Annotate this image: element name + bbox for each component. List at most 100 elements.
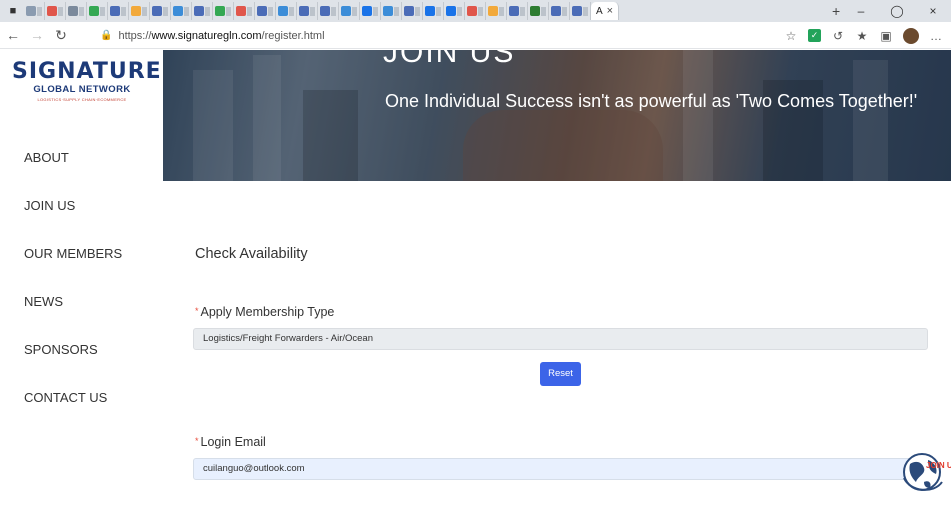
tab-favicon-icon <box>572 6 582 16</box>
url-path: /register.html <box>261 29 325 42</box>
login-email-label-text: Login Email <box>200 435 266 449</box>
browser-tab[interactable] <box>297 2 318 20</box>
browser-tab[interactable] <box>234 2 255 20</box>
url-field[interactable]: 🔒 https://www.signaturegln.com/register.… <box>100 22 325 49</box>
tab-favicon-icon <box>488 6 498 16</box>
tab-title-fragment <box>583 6 588 16</box>
required-mark: * <box>195 436 199 446</box>
active-browser-tab[interactable]: A × <box>591 2 620 20</box>
browser-tab[interactable] <box>192 2 213 20</box>
tab-title-fragment <box>142 6 147 16</box>
window-menu-icon[interactable]: ■ <box>6 4 20 18</box>
browser-tab[interactable] <box>24 2 45 20</box>
browser-tab[interactable] <box>129 2 150 20</box>
browser-tab[interactable] <box>171 2 192 20</box>
nav-item-news[interactable]: NEWS <box>24 294 122 310</box>
more-options-icon[interactable]: … <box>925 25 947 47</box>
tab-title-fragment <box>352 6 357 16</box>
nav-item-sponsors[interactable]: SPONSORS <box>24 342 122 358</box>
nav-item-join-us[interactable]: JOIN US <box>24 198 122 214</box>
tab-favicon-icon <box>551 6 561 16</box>
tab-favicon-icon <box>236 6 246 16</box>
extension-check-icon[interactable]: ✓ <box>808 29 821 42</box>
minimize-icon[interactable]: – <box>843 4 879 18</box>
tab-favicon-icon <box>299 6 309 16</box>
forward-icon[interactable]: → <box>26 24 48 46</box>
browser-tab[interactable] <box>87 2 108 20</box>
tab-favicon-icon <box>194 6 204 16</box>
url-prefix: https:// <box>118 29 152 42</box>
membership-type-field[interactable]: Logistics/Freight Forwarders - Air/Ocean <box>193 328 928 350</box>
collections-icon[interactable]: ▣ <box>875 25 897 47</box>
browser-tab[interactable] <box>66 2 87 20</box>
browser-tab[interactable] <box>276 2 297 20</box>
membership-type-label-text: Apply Membership Type <box>200 305 335 319</box>
tab-title-fragment <box>373 6 378 16</box>
membership-type-label: * Apply Membership Type <box>195 305 334 319</box>
tab-favicon-icon <box>425 6 435 16</box>
browser-tab[interactable] <box>528 2 549 20</box>
browser-tab[interactable] <box>360 2 381 20</box>
tab-title-fragment <box>163 6 168 16</box>
tab-favicon-icon <box>26 6 36 16</box>
nav-item-contact-us[interactable]: CONTACT US <box>24 390 122 406</box>
browser-tab[interactable] <box>507 2 528 20</box>
tab-favicon-icon <box>278 6 288 16</box>
section-title: Check Availability <box>195 246 308 262</box>
nav-item-about[interactable]: ABOUT <box>24 150 122 166</box>
tab-title-fragment <box>394 6 399 16</box>
refresh-page-icon[interactable]: ↺ <box>827 25 849 47</box>
tab-favicon-icon <box>152 6 162 16</box>
join-us-badge[interactable]: JOIN U <box>900 448 951 500</box>
tab-favicon-icon <box>173 6 183 16</box>
read-aloud-icon[interactable]: ☆ <box>780 25 802 47</box>
close-window-icon[interactable]: × <box>915 4 951 18</box>
restore-icon[interactable]: ◯ <box>879 4 915 18</box>
browser-tab[interactable] <box>318 2 339 20</box>
browser-tab[interactable] <box>486 2 507 20</box>
close-tab-icon[interactable]: × <box>607 5 613 17</box>
refresh-icon[interactable]: ↻ <box>50 24 72 46</box>
tab-title-fragment <box>457 6 462 16</box>
tab-favicon-icon <box>467 6 477 16</box>
browser-tab[interactable] <box>108 2 129 20</box>
nav-item-our-members[interactable]: OUR MEMBERS <box>24 246 122 262</box>
reset-button[interactable]: Reset <box>540 362 581 386</box>
tab-title-fragment <box>562 6 567 16</box>
browser-tab[interactable] <box>339 2 360 20</box>
site-logo[interactable]: SIGNATURE GLOBAL NETWORK LOGISTICS·SUPPL… <box>12 59 162 111</box>
browser-tab[interactable] <box>570 2 591 20</box>
favorites-icon[interactable]: ★ <box>851 25 873 47</box>
hero-banner: JOIN US One Individual Success isn't as … <box>163 50 951 181</box>
browser-tab[interactable] <box>150 2 171 20</box>
browser-tab[interactable] <box>465 2 486 20</box>
browser-tab[interactable] <box>213 2 234 20</box>
tab-title-fragment <box>520 6 525 16</box>
hero-subtitle: One Individual Success isn't as powerful… <box>385 91 918 111</box>
browser-tab[interactable] <box>444 2 465 20</box>
logo-line2: GLOBAL NETWORK <box>33 84 131 95</box>
login-email-field[interactable]: cuilanguo@outlook.com <box>193 458 928 480</box>
tab-title-fragment <box>79 6 84 16</box>
browser-tab[interactable] <box>381 2 402 20</box>
profile-avatar[interactable] <box>903 27 919 44</box>
tab-favicon-icon <box>404 6 414 16</box>
tab-favicon-icon <box>110 6 120 16</box>
tab-title-fragment <box>436 6 441 16</box>
back-icon[interactable]: ← <box>2 24 24 46</box>
sidebar: SIGNATURE GLOBAL NETWORK LOGISTICS·SUPPL… <box>0 50 163 509</box>
browser-tab[interactable] <box>45 2 66 20</box>
browser-tab[interactable] <box>549 2 570 20</box>
browser-tab[interactable] <box>423 2 444 20</box>
browser-tab[interactable] <box>402 2 423 20</box>
browser-tab-bar: ■ A × + – ◯ × <box>0 0 951 22</box>
tab-title-fragment <box>499 6 504 16</box>
tab-title-fragment <box>268 6 273 16</box>
globe-icon <box>903 453 943 491</box>
new-tab-icon[interactable]: + <box>832 3 840 19</box>
logo-line1: SIGNATURE <box>12 59 162 84</box>
tab-title-fragment <box>289 6 294 16</box>
browser-tab[interactable] <box>255 2 276 20</box>
tab-title-fragment <box>205 6 210 16</box>
tab-title-fragment <box>541 6 546 16</box>
